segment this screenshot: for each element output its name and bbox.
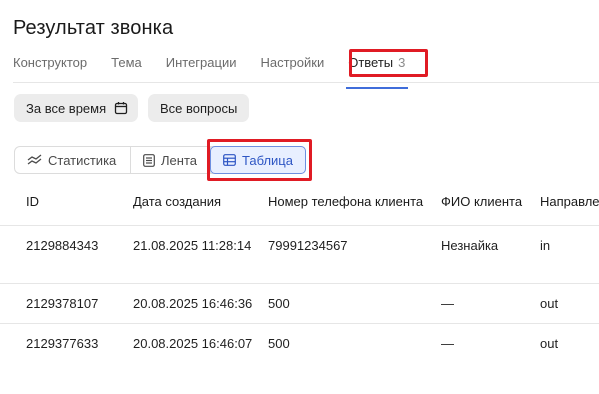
- view-table[interactable]: Таблица: [210, 146, 306, 174]
- cell-created: 21.08.2025 11:28:14: [133, 238, 252, 253]
- column-header-phone[interactable]: Номер телефона клиента: [268, 194, 423, 209]
- tab-label: Тема: [111, 55, 142, 70]
- tabs-divider: [13, 82, 599, 83]
- tab-label: Настройки: [260, 55, 325, 70]
- list-icon: [143, 153, 155, 167]
- period-filter-label: За все время: [26, 100, 107, 116]
- tab-answers[interactable]: Ответы 3: [346, 54, 409, 89]
- table-row[interactable]: 2129378107 20.08.2025 16:46:36 500 — out: [0, 284, 599, 324]
- answers-count-badge: 3: [398, 55, 406, 70]
- cell-created: 20.08.2025 16:46:07: [133, 336, 253, 351]
- column-header-name[interactable]: ФИО клиента: [441, 194, 522, 209]
- cell-direction: in: [540, 238, 551, 253]
- column-header-direction[interactable]: Направле: [540, 194, 599, 209]
- cell-id: 2129378107: [26, 296, 99, 311]
- cell-direction: out: [540, 296, 559, 311]
- tab-constructor[interactable]: Конструктор: [13, 54, 87, 82]
- cell-name: —: [441, 296, 454, 311]
- view-label: Таблица: [242, 152, 293, 168]
- cell-created: 20.08.2025 16:46:36: [133, 296, 253, 311]
- table-row[interactable]: 2129884343 21.08.2025 11:28:14 799912345…: [0, 226, 599, 284]
- view-statistics[interactable]: Статистика: [15, 147, 131, 173]
- view-label: Статистика: [48, 152, 117, 168]
- cell-name: —: [441, 336, 454, 351]
- tab-integrations[interactable]: Интеграции: [166, 54, 237, 82]
- tabs-bar: Конструктор Тема Интеграции Настройки От…: [13, 54, 429, 89]
- tab-theme[interactable]: Тема: [111, 54, 142, 82]
- period-filter-button[interactable]: За все время: [14, 94, 138, 122]
- table-header-row: ID Дата создания Номер телефона клиента …: [0, 180, 599, 226]
- cell-phone: 79991234567: [268, 238, 348, 253]
- tab-settings[interactable]: Настройки: [260, 54, 324, 82]
- tab-label: Конструктор: [13, 55, 88, 70]
- cell-phone: 500: [268, 336, 290, 351]
- cell-phone: 500: [268, 296, 290, 311]
- calendar-icon: [114, 101, 128, 115]
- tab-label: Ответы: [348, 55, 394, 70]
- cell-direction: out: [540, 336, 559, 351]
- cell-id: 2129377633: [26, 336, 99, 351]
- cell-name: Незнайка: [441, 238, 499, 253]
- cell-id: 2129884343: [26, 238, 99, 253]
- view-switcher: Статистика Лента Таблица: [14, 146, 306, 174]
- table-icon: [223, 154, 236, 166]
- column-header-id[interactable]: ID: [26, 194, 39, 209]
- page-title: Результат звонка: [13, 17, 174, 39]
- chart-line-icon: [27, 154, 42, 166]
- view-label: Лента: [161, 152, 197, 168]
- questions-filter-button[interactable]: Все вопросы: [148, 94, 249, 122]
- column-header-created[interactable]: Дата создания: [133, 194, 221, 209]
- tab-label: Интеграции: [165, 55, 237, 70]
- table-row[interactable]: 2129377633 20.08.2025 16:46:07 500 — out: [0, 324, 599, 364]
- view-feed[interactable]: Лента: [131, 147, 211, 173]
- questions-filter-label: Все вопросы: [160, 100, 238, 116]
